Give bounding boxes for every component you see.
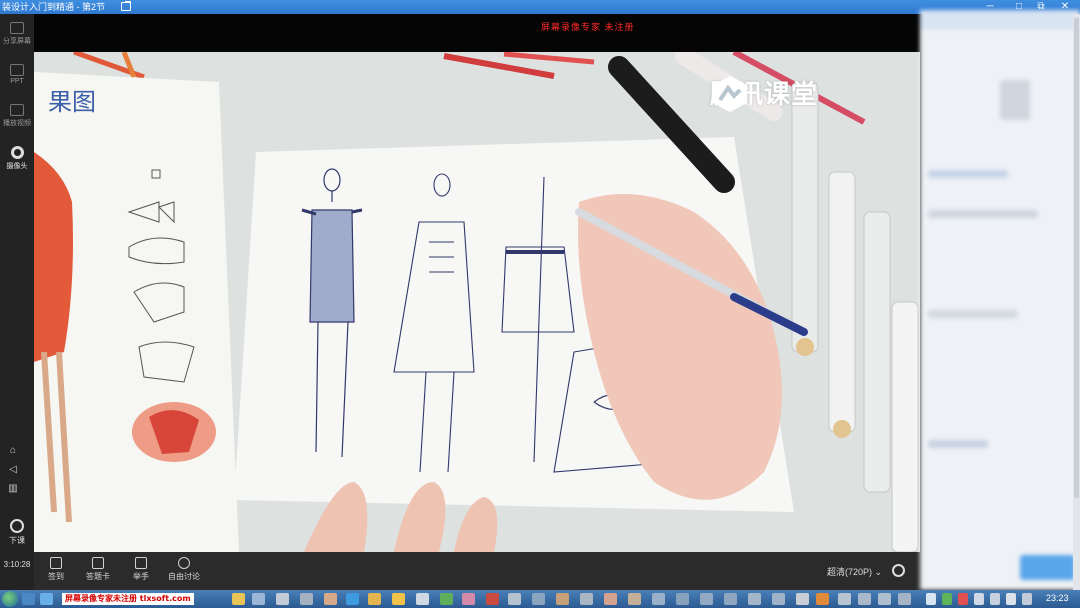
- answer-card-icon: [92, 557, 104, 569]
- tray-icon[interactable]: [926, 593, 936, 605]
- toolbar-item-play-video[interactable]: 播放视频: [0, 104, 34, 128]
- taskbar-app-icon[interactable]: [300, 593, 313, 605]
- end-class-button[interactable]: 下课: [0, 519, 34, 546]
- video-header: 屏幕录像专家 未注册: [34, 14, 920, 52]
- ppt-icon: [10, 64, 24, 76]
- bottom-control-bar: 签到 答题卡 举手 自由讨论 超清(720P) ⌄: [34, 552, 920, 590]
- end-class-label: 下课: [9, 536, 25, 545]
- taskbar-app-icon[interactable]: [368, 593, 381, 605]
- tencent-classroom-logo: 腾讯课堂: [710, 74, 818, 112]
- taskbar-app-icon[interactable]: [604, 593, 617, 605]
- recording-watermark: 屏幕录像专家 未注册: [541, 22, 635, 32]
- os-taskbar: 屏幕录像专家未注册 tlxsoft.com 23:23: [0, 590, 1080, 608]
- recorder-ad-banner: 屏幕录像专家未注册 tlxsoft.com: [62, 593, 194, 605]
- toolbar-item-ppt[interactable]: PPT: [0, 64, 34, 85]
- discussion-mic-icon: [178, 557, 190, 569]
- taskbar-app-icon[interactable]: [700, 593, 713, 605]
- quality-label: 超清(720P): [827, 567, 873, 577]
- scrollbar-thumb[interactable]: [1074, 18, 1079, 498]
- taskbar-app-icon[interactable]: [392, 593, 405, 605]
- answer-card-button[interactable]: 答题卡: [86, 557, 110, 582]
- taskbar-app-icon[interactable]: [40, 593, 53, 605]
- button-label: 举手: [133, 572, 149, 581]
- taskbar-app-icon[interactable]: [486, 593, 499, 605]
- toolbar-item-screen-share[interactable]: 分享屏幕: [0, 22, 34, 46]
- taskbar-app-icon[interactable]: [796, 593, 809, 605]
- taskbar-app-icon[interactable]: [416, 593, 429, 605]
- toolbar-item-label: 摄像头: [6, 163, 28, 170]
- toolbar-item-label: 分享屏幕: [3, 38, 31, 45]
- screen-share-icon: [10, 22, 24, 34]
- right-scrollbar[interactable]: [1073, 14, 1080, 590]
- tray-icon[interactable]: [974, 593, 984, 605]
- power-icon[interactable]: [892, 564, 905, 577]
- taskbar-app-icon[interactable]: [628, 593, 641, 605]
- taskbar-app-icon[interactable]: [878, 593, 891, 605]
- taskbar-app-icon[interactable]: [858, 593, 871, 605]
- tray-icon[interactable]: [942, 593, 952, 605]
- taskbar-app-icon[interactable]: [532, 593, 545, 605]
- tray-icon[interactable]: [958, 593, 968, 605]
- taskbar-app-icon[interactable]: [838, 593, 851, 605]
- tray-icon[interactable]: [990, 593, 1000, 605]
- raise-hand-icon: [135, 557, 147, 569]
- taskbar-app-icon[interactable]: [440, 593, 453, 605]
- play-video-icon: [10, 104, 24, 116]
- raise-hand-button[interactable]: 举手: [133, 557, 149, 582]
- checkin-icon: [50, 557, 62, 569]
- start-button-icon[interactable]: [2, 591, 18, 607]
- taskbar-app-icon[interactable]: [252, 593, 265, 605]
- taskbar-app-icon[interactable]: [772, 593, 785, 605]
- right-sidebar-blurred: [920, 10, 1080, 590]
- quality-selector[interactable]: 超清(720P) ⌄: [827, 565, 882, 578]
- network-tray-icon[interactable]: [1022, 593, 1032, 605]
- taskbar-app-icon[interactable]: [232, 593, 245, 605]
- volume-tray-icon[interactable]: [1006, 593, 1016, 605]
- svg-text:果图: 果图: [48, 88, 96, 116]
- taskbar-app-icon[interactable]: [22, 593, 35, 605]
- left-toolbar: 分享屏幕 PPT 播放视频 摄像头 ⌂ ◁ ▥ 下课 3:10:28: [0, 14, 34, 590]
- taskbar-app-icon[interactable]: [462, 593, 475, 605]
- taskbar-app-icon[interactable]: [276, 593, 289, 605]
- taskbar-app-icon[interactable]: [898, 593, 911, 605]
- volume-icon[interactable]: ◁: [7, 465, 19, 475]
- power-icon: [10, 519, 24, 533]
- speaker-setting-icon[interactable]: ⌂: [7, 446, 19, 456]
- share-icon[interactable]: [121, 1, 131, 11]
- toolbar-item-camera[interactable]: 摄像头: [0, 146, 34, 171]
- title-bar: 装设计入门到精通 - 第2节 ─ □ ⧉ ✕: [0, 0, 1080, 14]
- button-label: 答题卡: [86, 572, 110, 581]
- taskbar-app-icon[interactable]: [580, 593, 593, 605]
- taskbar-app-icon[interactable]: [816, 593, 829, 605]
- toolbar-item-label: PPT: [10, 78, 24, 85]
- class-elapsed-time: 3:10:28: [3, 560, 31, 569]
- taskbar-app-icon[interactable]: [324, 593, 337, 605]
- camera-icon: [10, 146, 24, 159]
- live-video[interactable]: 果图 腾讯课堂: [34, 52, 920, 552]
- chevron-down-icon: ⌄: [874, 567, 883, 577]
- checkin-button[interactable]: 签到: [48, 557, 64, 582]
- button-label: 签到: [48, 572, 64, 581]
- video-frame-illustration: 果图: [34, 52, 920, 552]
- taskbar-app-icon[interactable]: [748, 593, 761, 605]
- toolbar-item-label: 播放视频: [3, 120, 31, 127]
- taskbar-clock[interactable]: 23:23: [1046, 593, 1069, 603]
- app-window: 装设计入门到精通 - 第2节 ─ □ ⧉ ✕ 分享屏幕 PPT 播放视频 摄像头…: [0, 0, 1080, 608]
- button-label: 自由讨论: [168, 572, 200, 581]
- taskbar-app-icon[interactable]: [346, 593, 359, 605]
- window-title: 装设计入门到精通 - 第2节: [2, 2, 106, 12]
- taskbar-app-icon[interactable]: [556, 593, 569, 605]
- taskbar-app-icon[interactable]: [652, 593, 665, 605]
- signal-icon[interactable]: ▥: [7, 484, 19, 494]
- taskbar-app-icon[interactable]: [724, 593, 737, 605]
- taskbar-app-icon[interactable]: [508, 593, 521, 605]
- discussion-button[interactable]: 自由讨论: [168, 557, 200, 582]
- taskbar-app-icon[interactable]: [676, 593, 689, 605]
- brand-logo-icon: [713, 76, 747, 112]
